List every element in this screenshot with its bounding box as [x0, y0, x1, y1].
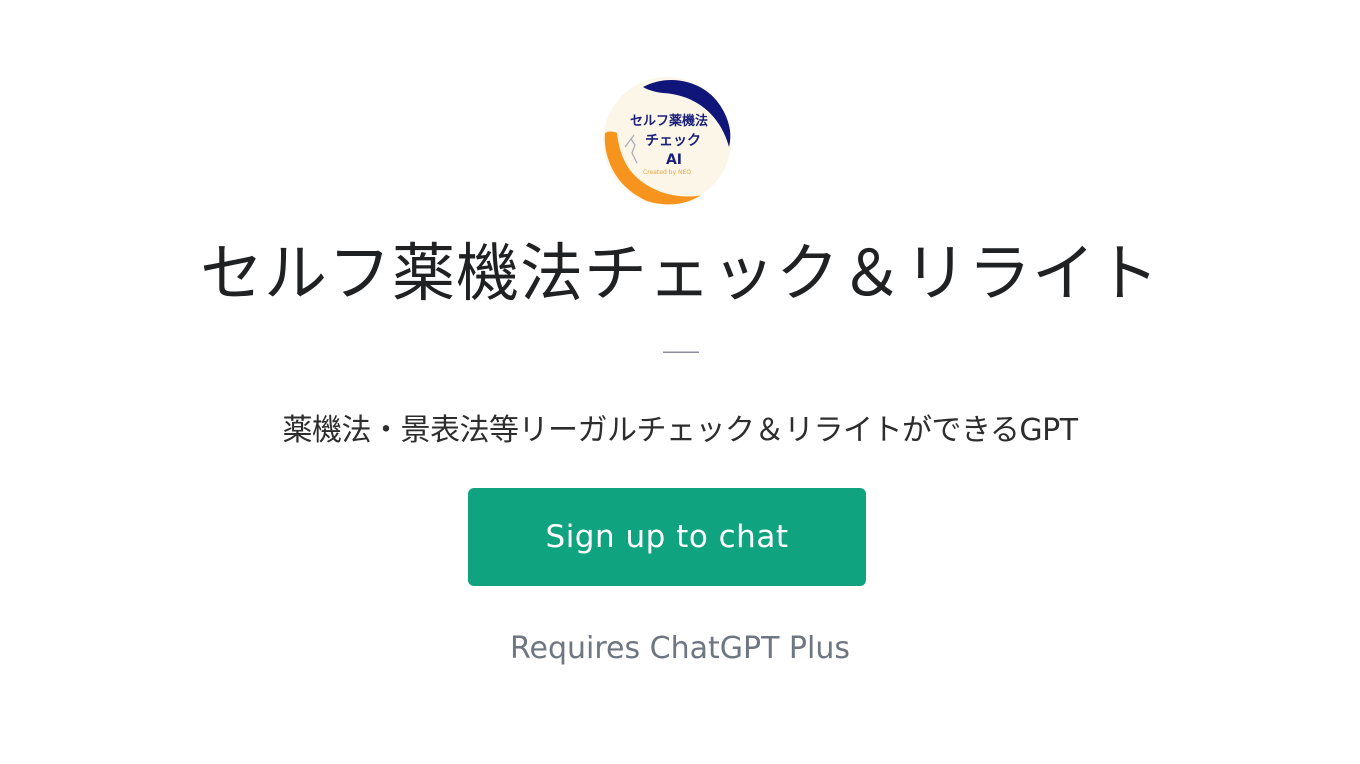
gpt-landing-page: セルフ薬機法 チェック AI Created by NEO セルフ薬機法チェック… — [0, 0, 1360, 764]
logo-credit: Created by NEO — [643, 169, 691, 176]
logo-text-line2: チェック — [645, 133, 701, 149]
logo-text-line3: AI — [666, 152, 682, 168]
title-divider: —— — [662, 339, 700, 363]
logo-text-line1: セルフ薬機法 — [630, 113, 708, 129]
plus-requirement-note: Requires ChatGPT Plus — [509, 631, 851, 666]
gpt-title: セルフ薬機法チェック＆リライト — [200, 237, 1160, 310]
gpt-description: 薬機法・景表法等リーガルチェック＆リライトができるGPT — [282, 413, 1078, 448]
gpt-logo-image: セルフ薬機法 チェック AI Created by NEO — [603, 77, 731, 205]
gpt-logo: セルフ薬機法 チェック AI Created by NEO — [603, 77, 731, 205]
sign-up-to-chat-button[interactable]: Sign up to chat — [468, 488, 866, 586]
